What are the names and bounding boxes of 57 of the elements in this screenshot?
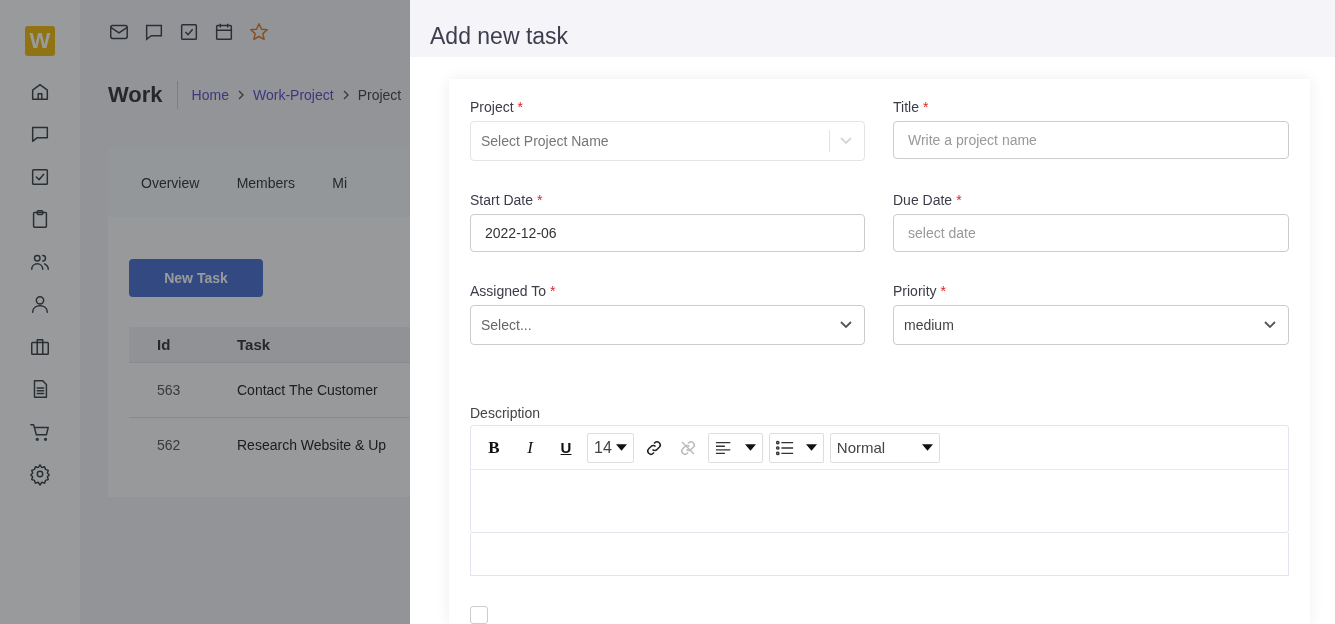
italic-button[interactable]: I bbox=[515, 432, 545, 463]
font-size-dropdown[interactable]: 14 bbox=[587, 432, 634, 463]
rich-text-editor[interactable]: B I U 14 Normal bbox=[470, 425, 1289, 533]
caret-icon bbox=[805, 444, 817, 451]
required-mark: * bbox=[537, 192, 543, 210]
required-mark: * bbox=[940, 283, 946, 301]
field-label: Description bbox=[470, 405, 542, 421]
heading-dropdown[interactable]: Normal bbox=[829, 432, 940, 463]
star-icon[interactable] bbox=[248, 21, 270, 43]
field-label: Start Date bbox=[470, 192, 534, 210]
breadcrumb-item[interactable]: Home bbox=[191, 87, 229, 103]
table-cell: Contact The Customer bbox=[237, 382, 378, 398]
checkbox-icon[interactable] bbox=[178, 21, 200, 43]
checkbox[interactable] bbox=[470, 606, 488, 624]
caret-icon bbox=[615, 444, 627, 451]
page-title: Work bbox=[108, 81, 178, 109]
select-field[interactable]: medium bbox=[893, 305, 1289, 345]
table-cell-text: 562 bbox=[156, 437, 182, 453]
chevron-down-icon bbox=[1264, 321, 1276, 329]
input-field[interactable]: 2022-12-06 bbox=[470, 214, 865, 252]
link-icon[interactable] bbox=[644, 438, 663, 457]
breadcrumb-item: Project bbox=[357, 87, 402, 103]
required-mark: * bbox=[517, 99, 524, 117]
select-field[interactable]: Select... bbox=[470, 305, 865, 345]
bullet-list-icon bbox=[775, 439, 794, 456]
align-dropdown[interactable] bbox=[707, 432, 763, 463]
required-mark: * bbox=[922, 99, 929, 117]
required-mark: * bbox=[956, 192, 962, 210]
chevron-right-icon bbox=[237, 90, 244, 100]
caret-icon bbox=[921, 444, 933, 451]
chevron-right-icon bbox=[342, 90, 349, 100]
chevron-down-icon bbox=[840, 137, 852, 145]
column-header: Id bbox=[156, 336, 172, 353]
input-field[interactable]: select date bbox=[893, 214, 1289, 252]
tab[interactable]: Members bbox=[236, 175, 333, 191]
field-label: Priority bbox=[893, 283, 937, 301]
field-label: Assigned To bbox=[470, 283, 546, 301]
tab[interactable]: Overview bbox=[141, 175, 237, 191]
required-mark: * bbox=[550, 283, 556, 301]
input-field[interactable]: Write a project name bbox=[893, 121, 1289, 159]
caret-icon bbox=[744, 444, 756, 451]
column-header: Task bbox=[237, 336, 271, 353]
table-cell-text: 563 bbox=[156, 382, 182, 398]
calendar-icon[interactable] bbox=[213, 21, 235, 43]
new-task-button[interactable]: New Task bbox=[129, 259, 263, 297]
settings-icon[interactable] bbox=[29, 462, 51, 486]
table-cell: Research Website & Up bbox=[237, 437, 387, 453]
align-left-icon bbox=[714, 439, 733, 456]
underline-button[interactable]: U bbox=[551, 432, 581, 463]
field-label: Title bbox=[893, 99, 919, 117]
list-dropdown[interactable] bbox=[768, 432, 824, 463]
breadcrumb-item[interactable]: Work-Project bbox=[252, 87, 334, 103]
chevron-down-icon bbox=[840, 321, 852, 329]
bold-button[interactable]: B bbox=[479, 432, 509, 463]
field-label: Due Date bbox=[893, 192, 953, 210]
drawer-title: Add new task bbox=[430, 23, 569, 50]
field-label: Project bbox=[470, 99, 514, 117]
